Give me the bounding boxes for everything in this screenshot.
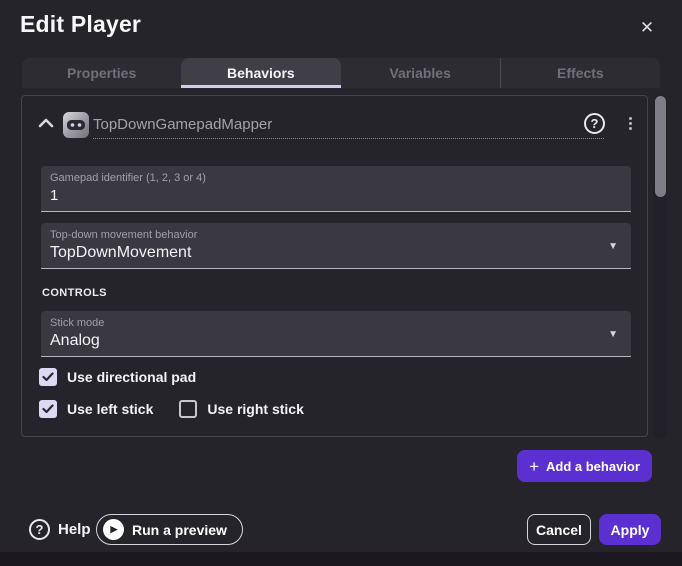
chevron-down-icon: ▼ [608, 329, 618, 340]
gamepad-identifier-value: 1 [50, 187, 621, 204]
gamepad-identifier-label: Gamepad identifier (1, 2, 3 or 4) [50, 172, 621, 184]
plus-icon: + [529, 458, 539, 475]
add-behavior-label: Add a behavior [546, 459, 640, 474]
cancel-button[interactable]: Cancel [527, 514, 591, 545]
close-icon[interactable]: ✕ [634, 15, 660, 41]
tab-properties-label: Properties [67, 65, 136, 81]
behavior-name-field[interactable]: TopDownGamepadMapper [93, 116, 604, 139]
help-label: Help [58, 521, 91, 538]
use-right-stick-label[interactable]: Use right stick [207, 401, 303, 417]
help-icon: ? [29, 519, 50, 540]
run-preview-button[interactable]: ▶ Run a preview [96, 514, 243, 545]
apply-button[interactable]: Apply [599, 514, 661, 545]
tab-properties[interactable]: Properties [22, 58, 181, 88]
tab-bar: Properties Behaviors Variables Effects [22, 58, 660, 88]
tab-behaviors[interactable]: Behaviors [181, 58, 340, 88]
stick-mode-select[interactable]: Stick mode Analog ▼ [41, 311, 631, 357]
stick-mode-label: Stick mode [50, 317, 621, 329]
gamepad-identifier-field[interactable]: Gamepad identifier (1, 2, 3 or 4) 1 [41, 166, 631, 212]
scrollbar-thumb[interactable] [655, 96, 666, 197]
chevron-down-icon: ▼ [608, 241, 618, 252]
movement-behavior-value: TopDownMovement [50, 244, 621, 262]
directional-pad-row: Use directional pad [39, 368, 196, 386]
dialog-title: Edit Player [20, 11, 141, 38]
page-background [0, 552, 682, 566]
check-icon [42, 372, 54, 382]
controls-section-heading: CONTROLS [42, 287, 107, 299]
tab-effects-label: Effects [557, 65, 604, 81]
tab-variables[interactable]: Variables [341, 58, 500, 88]
sticks-row: Use left stick Use right stick [39, 400, 304, 418]
play-icon: ▶ [103, 519, 124, 540]
behavior-menu-icon[interactable] [621, 113, 639, 134]
movement-behavior-select[interactable]: Top-down movement behavior TopDownMoveme… [41, 223, 631, 269]
apply-label: Apply [611, 522, 650, 538]
active-tab-underline [181, 85, 340, 88]
help-button[interactable]: ? Help [29, 519, 91, 540]
behavior-help-icon[interactable]: ? [584, 113, 605, 134]
use-left-stick-label[interactable]: Use left stick [67, 401, 153, 417]
add-behavior-button[interactable]: + Add a behavior [517, 450, 652, 482]
use-left-stick-checkbox[interactable] [39, 400, 57, 418]
tab-behaviors-label: Behaviors [227, 65, 295, 81]
behaviors-panel: TopDownGamepadMapper ? Gamepad identifie… [21, 95, 648, 437]
use-directional-pad-checkbox[interactable] [39, 368, 57, 386]
tab-effects[interactable]: Effects [500, 58, 660, 88]
use-directional-pad-label[interactable]: Use directional pad [67, 369, 196, 385]
cancel-label: Cancel [536, 522, 582, 538]
use-right-stick-checkbox[interactable] [179, 400, 197, 418]
screen: Edit Player ✕ Properties Behaviors Varia… [0, 0, 682, 566]
check-icon [42, 404, 54, 414]
stick-mode-value: Analog [50, 332, 621, 350]
collapse-chevron-icon[interactable] [38, 117, 54, 129]
tab-variables-label: Variables [389, 65, 451, 81]
gamepad-icon [63, 112, 89, 138]
edit-player-dialog: Edit Player ✕ Properties Behaviors Varia… [0, 0, 682, 552]
movement-behavior-label: Top-down movement behavior [50, 229, 621, 241]
run-preview-label: Run a preview [132, 522, 227, 538]
